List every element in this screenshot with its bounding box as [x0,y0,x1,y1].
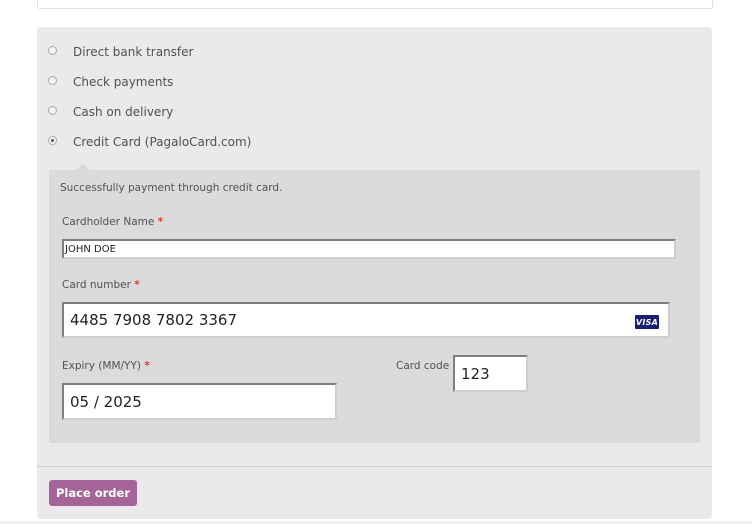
payment-method-credit-card[interactable]: Credit Card (PagaloCard.com) [37,135,337,155]
payment-method-label[interactable]: Direct bank transfer [73,45,193,59]
card-number-value: 4485 7908 7802 3367 [70,311,237,329]
radio-bank-transfer[interactable] [48,46,57,55]
payment-method-label[interactable]: Check payments [73,75,173,89]
payment-method-cod[interactable]: Cash on delivery [37,105,337,125]
radio-cash-on-delivery[interactable] [48,106,57,115]
previous-section-box [37,0,713,9]
divider [37,466,712,467]
credit-card-panel: Successfully payment through credit card… [49,170,700,443]
payment-method-label[interactable]: Cash on delivery [73,105,173,119]
place-order-button[interactable]: Place order [49,480,137,506]
card-code-label: Card code * [396,360,458,372]
payment-description: Successfully payment through credit card… [60,182,283,194]
payment-method-label[interactable]: Credit Card (PagaloCard.com) [73,135,251,149]
expiry-input[interactable]: 05 / 2025 [62,383,337,420]
radio-credit-card[interactable] [48,136,57,145]
expiry-label: Expiry (MM/YY) * [62,360,150,372]
payment-method-bank-transfer[interactable]: Direct bank transfer [37,45,337,65]
required-mark: * [157,216,164,228]
card-number-label: Card number * [62,279,140,291]
card-number-input[interactable]: 4485 7908 7802 3367 VISA [62,302,670,338]
visa-icon: VISA [635,315,659,329]
required-mark: * [144,360,150,372]
cardholder-name-label: Cardholder Name * [62,216,164,228]
payment-methods-box: Direct bank transfer Check payments Cash… [37,27,712,519]
required-mark: * [134,279,140,291]
expiry-value: 05 / 2025 [70,392,142,411]
cardholder-name-value: JOHN DOE [65,243,116,255]
radio-check-payments[interactable] [48,76,57,85]
cardholder-name-input[interactable]: JOHN DOE [62,239,676,259]
card-code-input[interactable]: 123 [453,355,528,392]
card-code-value: 123 [461,364,490,383]
payment-method-check[interactable]: Check payments [37,75,337,95]
